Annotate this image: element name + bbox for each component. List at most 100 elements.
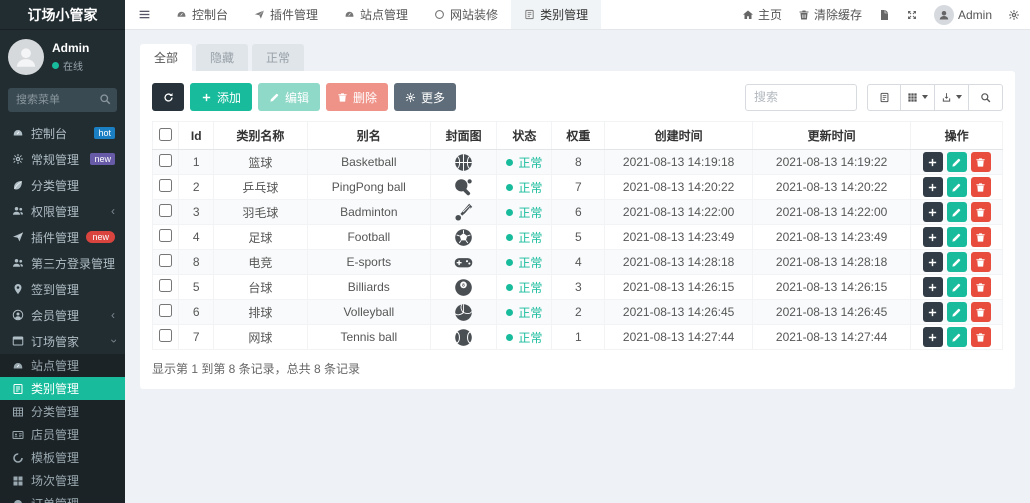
add-sub-button[interactable]	[923, 327, 943, 347]
add-sub-button[interactable]	[923, 302, 943, 322]
topnav-tab-dashboard[interactable]: 控制台	[163, 0, 241, 29]
edit-row-button[interactable]	[947, 202, 967, 222]
topnav-tab-site[interactable]: 站点管理	[331, 0, 421, 29]
row-id: 4	[179, 225, 214, 250]
add-sub-button[interactable]	[923, 227, 943, 247]
sidebar-item-booking[interactable]: 订场管家‹	[0, 328, 125, 354]
sidebar-toggle-button[interactable]	[125, 0, 163, 29]
sidebar-item-member[interactable]: 会员管理‹	[0, 302, 125, 328]
add-sub-button[interactable]	[923, 252, 943, 272]
updated-time: 2021-08-13 14:20:22	[753, 175, 911, 200]
topnav-tab-addon[interactable]: 插件管理	[241, 0, 331, 29]
edit-button[interactable]: 编辑	[258, 83, 320, 111]
row-actions	[914, 202, 999, 222]
status-label: 正常	[518, 204, 542, 221]
trash-icon	[975, 307, 986, 318]
edit-row-button[interactable]	[947, 252, 967, 272]
delete-row-button[interactable]	[971, 202, 991, 222]
sidebar-subitem-session[interactable]: 场次管理	[0, 469, 125, 492]
add-sub-button[interactable]	[923, 277, 943, 297]
sidebar-subitem-site[interactable]: 站点管理	[0, 354, 125, 377]
plus-icon	[927, 307, 938, 318]
edit-row-button[interactable]	[947, 302, 967, 322]
add-sub-button[interactable]	[923, 177, 943, 197]
edit-row-button[interactable]	[947, 277, 967, 297]
delete-row-button[interactable]	[971, 302, 991, 322]
add-sub-button[interactable]	[923, 202, 943, 222]
topnav-admin-label: Admin	[958, 8, 992, 22]
sidebar-subitem-label: 分类管理	[31, 403, 79, 420]
sidebar-item-auth[interactable]: 权限管理‹	[0, 198, 125, 224]
sidebar-item-addon[interactable]: 插件管理new	[0, 224, 125, 250]
topnav-shortcut[interactable]	[878, 9, 890, 21]
row-checkbox[interactable]	[159, 329, 172, 342]
row-checkbox[interactable]	[159, 154, 172, 167]
row-select-cell	[153, 200, 179, 225]
status-cell: 正常	[497, 225, 552, 250]
topnav-settings[interactable]	[1008, 9, 1020, 21]
sidebar-item-category[interactable]: 分类管理	[0, 172, 125, 198]
delete-row-button[interactable]	[971, 152, 991, 172]
delete-row-button[interactable]	[971, 227, 991, 247]
sidebar-subitem-order[interactable]: 订单管理	[0, 492, 125, 503]
topnav-admin[interactable]: Admin	[934, 5, 992, 25]
columns-button[interactable]	[901, 84, 935, 111]
export-button[interactable]	[935, 84, 969, 111]
category-name: 足球	[214, 225, 308, 250]
status-label: 正常	[518, 229, 542, 246]
topnav-fullscreen[interactable]	[906, 9, 918, 21]
table-icon	[10, 406, 25, 418]
delete-row-button[interactable]	[971, 277, 991, 297]
cover-cell	[430, 175, 496, 200]
filter-tab-hidden[interactable]: 隐藏	[196, 44, 248, 71]
sidebar-subitem-clerk[interactable]: 店员管理	[0, 423, 125, 446]
trash-icon	[337, 92, 348, 103]
status-dot-icon	[506, 309, 513, 316]
updated-time: 2021-08-13 14:26:15	[753, 275, 911, 300]
row-checkbox[interactable]	[159, 229, 172, 242]
created-time: 2021-08-13 14:23:49	[605, 225, 753, 250]
row-checkbox[interactable]	[159, 279, 172, 292]
toggle-view-button[interactable]	[867, 84, 901, 111]
row-select-cell	[153, 300, 179, 325]
book-icon	[10, 383, 25, 395]
filter-tab-all[interactable]: 全部	[140, 44, 192, 71]
add-button[interactable]: 添加	[190, 83, 252, 111]
edit-row-button[interactable]	[947, 227, 967, 247]
table-search-input[interactable]	[745, 84, 857, 111]
sidebar-item-third[interactable]: 第三方登录管理	[0, 250, 125, 276]
row-checkbox[interactable]	[159, 304, 172, 317]
topnav-tab-type[interactable]: 类别管理	[511, 0, 601, 29]
trash-icon	[975, 207, 986, 218]
delete-row-button[interactable]	[971, 252, 991, 272]
edit-row-button[interactable]	[947, 327, 967, 347]
refresh-button[interactable]	[152, 83, 184, 111]
topnav-clear-cache[interactable]: 清除缓存	[798, 6, 862, 23]
row-checkbox[interactable]	[159, 254, 172, 267]
add-sub-button[interactable]	[923, 152, 943, 172]
column-header: 创建时间	[605, 122, 753, 150]
filter-tab-normal[interactable]: 正常	[252, 44, 304, 71]
sidebar-subitem-classify[interactable]: 分类管理	[0, 400, 125, 423]
search-toggle-button[interactable]	[969, 84, 1003, 111]
sidebar-subitem-template[interactable]: 模板管理	[0, 446, 125, 469]
edit-row-button[interactable]	[947, 177, 967, 197]
row-checkbox[interactable]	[159, 204, 172, 217]
gauge-icon	[10, 127, 25, 139]
topnav-tab-decorate[interactable]: 网站装修	[421, 0, 511, 29]
select-all-checkbox[interactable]	[159, 128, 172, 141]
status-dot-icon	[506, 184, 513, 191]
sidebar-subitem-type[interactable]: 类别管理	[0, 377, 125, 400]
sidebar-item-signin[interactable]: 签到管理	[0, 276, 125, 302]
delete-row-button[interactable]	[971, 177, 991, 197]
sidebar-item-dashboard[interactable]: 控制台hot	[0, 120, 125, 146]
sidebar-item-general[interactable]: 常规管理new	[0, 146, 125, 172]
topnav-home[interactable]: 主页	[742, 6, 782, 23]
trash-icon	[975, 282, 986, 293]
status-filter-tabs: 全部隐藏正常	[140, 44, 1015, 71]
edit-row-button[interactable]	[947, 152, 967, 172]
more-button[interactable]: 更多	[394, 83, 456, 111]
delete-row-button[interactable]	[971, 327, 991, 347]
delete-button[interactable]: 删除	[326, 83, 388, 111]
row-checkbox[interactable]	[159, 179, 172, 192]
